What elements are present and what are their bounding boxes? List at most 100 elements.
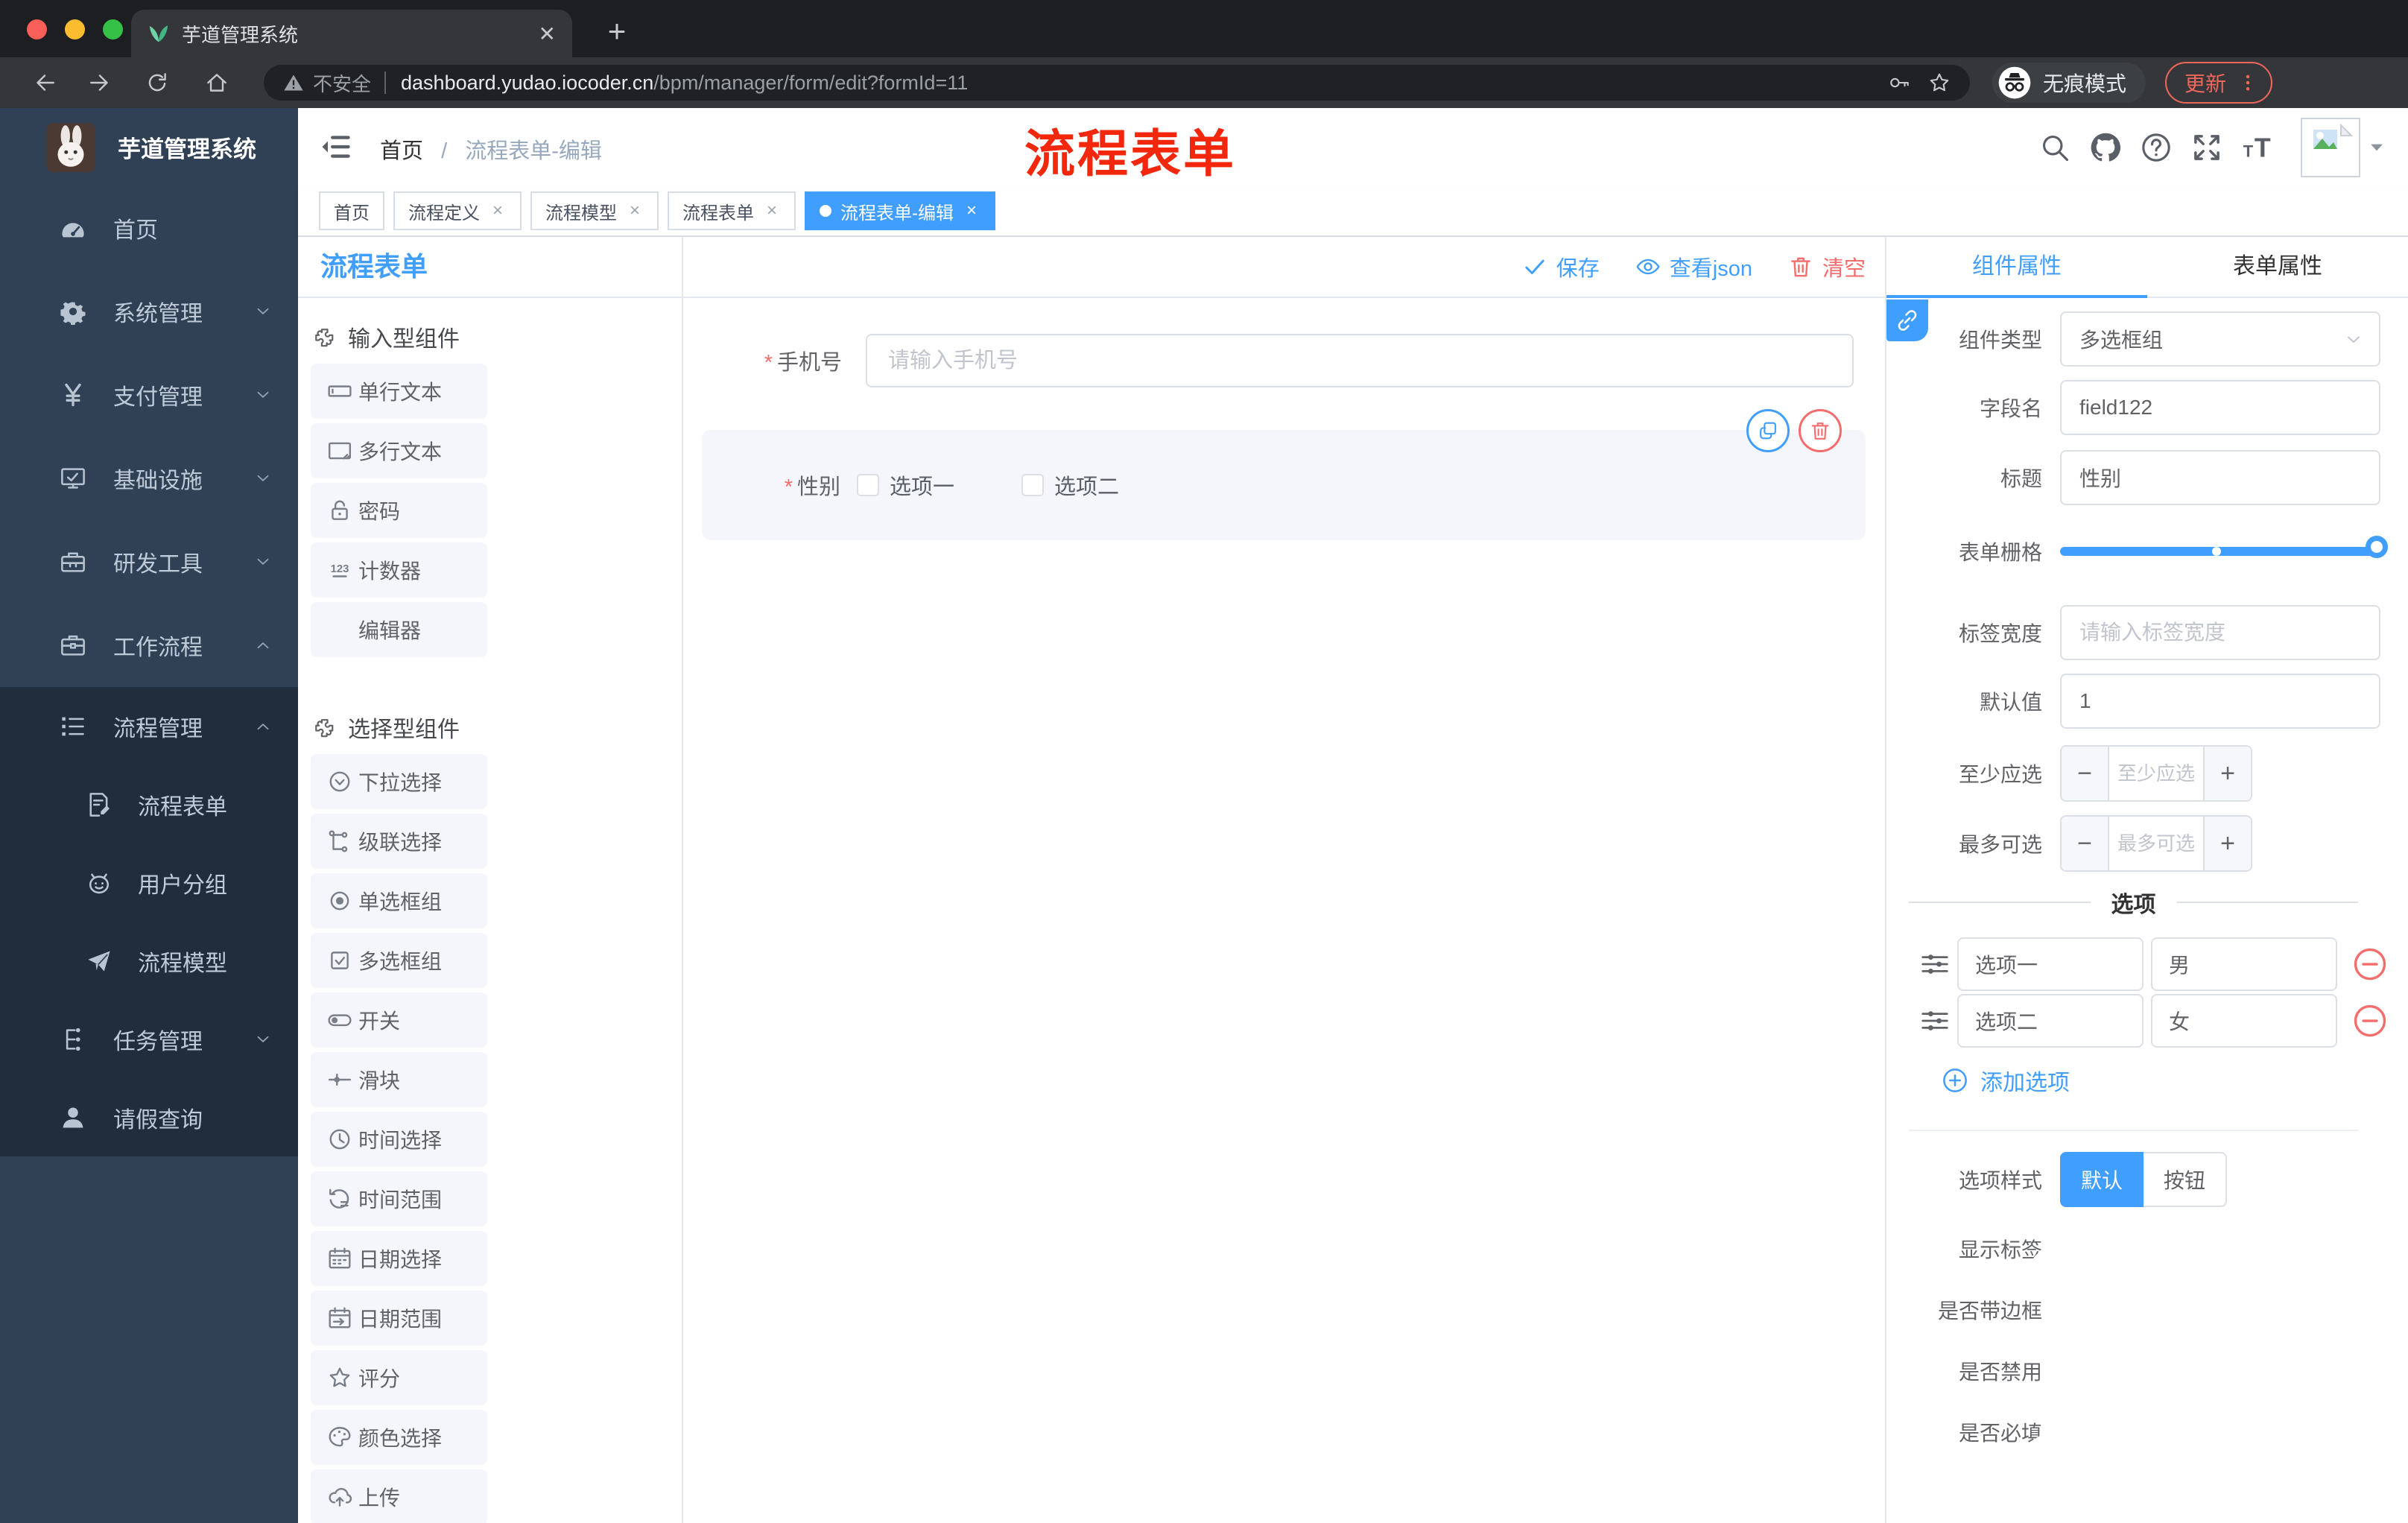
bookmark-star-icon[interactable] bbox=[1928, 72, 1951, 94]
browser-menu-icon[interactable] bbox=[2238, 71, 2258, 95]
tab-component-props[interactable]: 组件属性 bbox=[1886, 237, 2147, 297]
sidebar-fold-icon[interactable] bbox=[320, 132, 350, 162]
style-button-button[interactable]: 按钮 bbox=[2144, 1152, 2227, 1207]
home-icon[interactable] bbox=[204, 70, 229, 95]
style-default-button[interactable]: 默认 bbox=[2060, 1152, 2144, 1207]
component-chip-switch[interactable]: 开关 bbox=[311, 992, 487, 1048]
browser-update-button[interactable]: 更新 bbox=[2165, 62, 2273, 104]
max-select-input[interactable] bbox=[2109, 817, 2203, 870]
grid-slider[interactable] bbox=[2060, 536, 2388, 558]
sidebar-item-system[interactable]: 系统管理 bbox=[0, 270, 298, 353]
component-chip-date-range[interactable]: 日期范围 bbox=[311, 1291, 487, 1346]
search-icon[interactable] bbox=[2038, 131, 2071, 164]
tag-home[interactable]: 首页 bbox=[319, 191, 384, 230]
component-type-select[interactable] bbox=[2060, 311, 2380, 367]
forward-icon[interactable] bbox=[88, 70, 113, 95]
sidebar-item-process-form[interactable]: 流程表单 bbox=[0, 765, 298, 843]
tag-process-definition[interactable]: 流程定义 × bbox=[393, 191, 522, 230]
component-chip-checkbox-group[interactable]: 多选框组 bbox=[311, 933, 487, 988]
component-chip-radio-group[interactable]: 单选框组 bbox=[311, 873, 487, 928]
save-button[interactable]: 保存 bbox=[1522, 251, 1600, 282]
address-bar[interactable]: 不安全 dashboard.yudao.iocoder.cn/bpm/manag… bbox=[264, 65, 1970, 101]
tag-process-form[interactable]: 流程表单 × bbox=[668, 191, 796, 230]
component-chip-counter[interactable]: 123 计数器 bbox=[311, 542, 487, 598]
decrease-button[interactable]: − bbox=[2062, 747, 2109, 800]
tab-form-props[interactable]: 表单属性 bbox=[2147, 237, 2408, 297]
breadcrumb-home[interactable]: 首页 bbox=[380, 139, 423, 163]
password-key-icon[interactable] bbox=[1888, 72, 1910, 94]
question-icon[interactable] bbox=[2140, 131, 2173, 164]
sidebar-item-payment[interactable]: 支付管理 bbox=[0, 353, 298, 437]
minimize-window-button[interactable] bbox=[65, 19, 85, 39]
phone-field-row[interactable]: * 手机号 bbox=[683, 334, 1885, 387]
option1-name-input[interactable] bbox=[1957, 937, 2144, 991]
browser-tab[interactable]: 芋道管理系统 ✕ bbox=[131, 10, 572, 57]
component-chip-time-range[interactable]: 时间范围 bbox=[311, 1171, 487, 1226]
remove-option-icon[interactable] bbox=[2352, 1003, 2388, 1039]
component-chip-slider[interactable]: 滑块 bbox=[311, 1052, 487, 1107]
sidebar-item-task-mgmt[interactable]: 任务管理 bbox=[0, 1000, 298, 1078]
reload-icon[interactable] bbox=[145, 70, 170, 95]
view-json-button[interactable]: 查看json bbox=[1635, 251, 1752, 282]
checkbox-option1-label[interactable]: 选项一 bbox=[890, 469, 954, 501]
tag-process-model[interactable]: 流程模型 × bbox=[530, 191, 659, 230]
zoom-window-button[interactable] bbox=[103, 19, 123, 39]
clear-button[interactable]: 清空 bbox=[1788, 251, 1866, 282]
checkbox-option2[interactable] bbox=[1021, 474, 1045, 496]
option1-value-input[interactable] bbox=[2151, 937, 2337, 991]
remove-option-icon[interactable] bbox=[2352, 946, 2388, 982]
gender-field-selected-block[interactable]: * 性别 选项一 选项二 bbox=[702, 409, 1866, 540]
close-tag-icon[interactable]: × bbox=[963, 200, 980, 221]
add-option-button[interactable]: 添加选项 bbox=[1942, 1064, 2380, 1097]
sidebar-item-process-model[interactable]: 流程模型 bbox=[0, 922, 298, 1000]
sidebar-item-devtools[interactable]: 研发工具 bbox=[0, 520, 298, 604]
sidebar-item-workflow[interactable]: 工作流程 bbox=[0, 604, 298, 687]
avatar[interactable] bbox=[2301, 117, 2360, 177]
sidebar-item-process-mgmt[interactable]: 流程管理 bbox=[0, 687, 298, 765]
close-tag-icon[interactable]: × bbox=[763, 200, 781, 221]
option2-name-input[interactable] bbox=[1957, 994, 2144, 1048]
new-tab-button[interactable]: + bbox=[596, 12, 638, 54]
sidebar-item-leave-query[interactable]: 请假查询 bbox=[0, 1078, 298, 1156]
component-chip-select[interactable]: 下拉选择 bbox=[311, 754, 487, 809]
close-tag-icon[interactable]: × bbox=[489, 200, 507, 221]
component-chip-upload[interactable]: 上传 bbox=[311, 1469, 487, 1523]
component-chip-rate[interactable]: 评分 bbox=[311, 1350, 487, 1405]
component-chip-date[interactable]: 日期选择 bbox=[311, 1231, 487, 1286]
sidebar-logo[interactable]: 芋道管理系统 bbox=[0, 108, 298, 186]
label-width-input[interactable] bbox=[2060, 605, 2380, 660]
decrease-button[interactable]: − bbox=[2062, 817, 2109, 870]
tag-process-form-edit[interactable]: 流程表单-编辑 × bbox=[805, 191, 995, 230]
github-icon[interactable] bbox=[2089, 131, 2122, 164]
component-chip-color[interactable]: 颜色选择 bbox=[311, 1410, 487, 1465]
avatar-caret-down-icon[interactable] bbox=[2366, 137, 2387, 158]
drag-handle-icon[interactable] bbox=[1920, 1006, 1950, 1036]
close-window-button[interactable] bbox=[27, 19, 47, 39]
option2-value-input[interactable] bbox=[2151, 994, 2337, 1048]
field-name-input[interactable] bbox=[2060, 380, 2380, 435]
min-select-input[interactable] bbox=[2109, 747, 2203, 800]
component-chip-cascader[interactable]: 级联选择 bbox=[311, 814, 487, 869]
checkbox-option2-label[interactable]: 选项二 bbox=[1054, 469, 1119, 501]
component-chip-password[interactable]: 密码 bbox=[311, 483, 487, 538]
increase-button[interactable]: + bbox=[2203, 817, 2251, 870]
close-tag-icon[interactable]: × bbox=[626, 200, 644, 221]
checkbox-option1[interactable] bbox=[857, 474, 879, 496]
increase-button[interactable]: + bbox=[2203, 747, 2251, 800]
close-tab-icon[interactable]: ✕ bbox=[530, 22, 556, 46]
link-tab[interactable] bbox=[1886, 300, 1928, 341]
component-chip-multi-text[interactable]: 多行文本 bbox=[311, 423, 487, 478]
delete-component-button[interactable] bbox=[1799, 409, 1842, 452]
sidebar-item-infra[interactable]: 基础设施 bbox=[0, 437, 298, 520]
drag-handle-icon[interactable] bbox=[1920, 949, 1950, 979]
default-value-input[interactable] bbox=[2060, 674, 2380, 729]
phone-input[interactable] bbox=[866, 334, 1854, 387]
back-icon[interactable] bbox=[31, 70, 57, 95]
component-chip-editor[interactable]: 编辑器 bbox=[311, 602, 487, 657]
component-chip-single-text[interactable]: 单行文本 bbox=[311, 364, 487, 419]
sidebar-item-user-group[interactable]: 用户分组 bbox=[0, 843, 298, 922]
text-size-icon[interactable]: TT bbox=[2241, 131, 2274, 164]
sidebar-item-home[interactable]: 首页 bbox=[0, 186, 298, 270]
component-chip-time[interactable]: 时间选择 bbox=[311, 1112, 487, 1167]
slider-handle[interactable] bbox=[2366, 536, 2388, 558]
